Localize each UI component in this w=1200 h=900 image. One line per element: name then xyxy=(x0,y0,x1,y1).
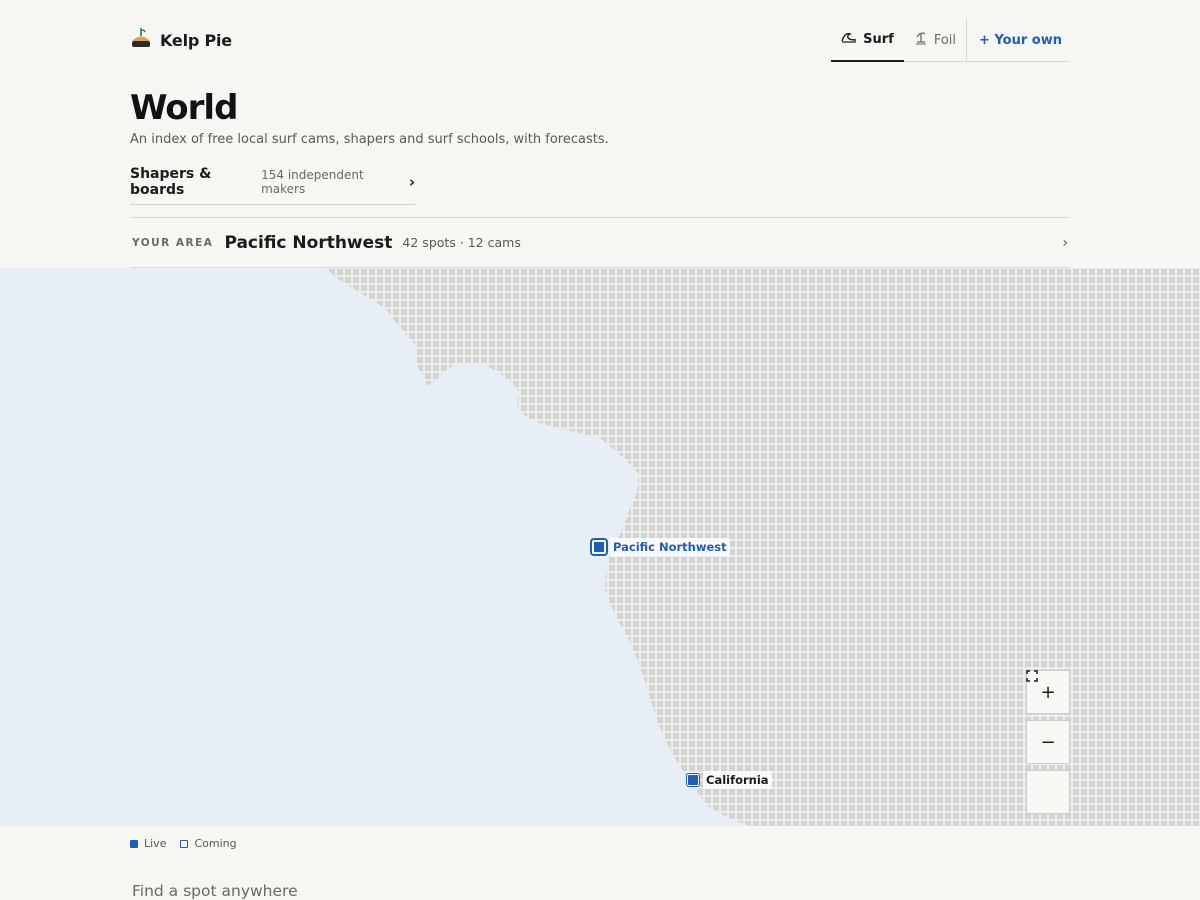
foil-icon xyxy=(914,31,928,49)
tab-surf-label: Surf xyxy=(863,31,894,47)
area-name: Pacific Northwest xyxy=(224,232,393,253)
search-input[interactable] xyxy=(130,880,630,900)
zoom-out-button[interactable]: − xyxy=(1026,720,1070,764)
brand[interactable]: Kelp Pie xyxy=(130,28,232,52)
map-marker-california[interactable]: California xyxy=(687,771,772,789)
marker-live-dot xyxy=(687,774,699,786)
legend-live: Live xyxy=(130,837,166,850)
chevron-right-icon: › xyxy=(1062,234,1068,251)
surf-wave-icon xyxy=(841,31,857,47)
your-area-row[interactable]: YOUR AREA Pacific Northwest 42 spots · 1… xyxy=(130,217,1070,268)
marker-label: California xyxy=(703,771,772,789)
area-stats: 42 spots · 12 cams xyxy=(402,235,521,250)
marker-label: Pacific Northwest xyxy=(610,538,730,556)
kelp-pie-logo-icon xyxy=(130,26,152,54)
legend-live-label: Live xyxy=(144,837,167,850)
tab-surf[interactable]: Surf xyxy=(831,18,904,62)
header: Kelp Pie Surf Foil + Your own xyxy=(130,18,1070,62)
map[interactable]: Pacific Northwest California + − xyxy=(0,268,1200,826)
page-title: World xyxy=(130,88,238,128)
tab-foil[interactable]: Foil xyxy=(904,18,966,62)
legend-coming: Coming xyxy=(180,837,237,850)
add-your-own-button[interactable]: + Your own xyxy=(967,18,1070,62)
brand-name: Kelp Pie xyxy=(160,30,232,50)
page-subtitle: An index of free local surf cams, shaper… xyxy=(130,132,609,147)
top-nav: Surf Foil + Your own xyxy=(831,18,1070,62)
map-marker-pacific-northwest[interactable]: Pacific Northwest xyxy=(592,538,730,556)
chevron-right-icon: › xyxy=(408,173,415,191)
map-legend: Live Coming xyxy=(130,837,237,850)
fullscreen-button[interactable] xyxy=(1026,670,1070,814)
shapers-count: 154 independent makers xyxy=(261,168,364,196)
map-controls: + − xyxy=(1026,670,1070,820)
live-swatch-icon xyxy=(130,839,138,848)
shapers-link[interactable]: Shapers & boards 154 independent makers … xyxy=(130,160,415,205)
marker-live-dot xyxy=(592,540,606,554)
coming-swatch-icon xyxy=(180,839,189,848)
tab-foil-label: Foil xyxy=(933,32,957,48)
legend-coming-label: Coming xyxy=(194,837,237,850)
shapers-title: Shapers & boards xyxy=(130,166,212,198)
your-area-label: YOUR AREA xyxy=(132,236,214,249)
